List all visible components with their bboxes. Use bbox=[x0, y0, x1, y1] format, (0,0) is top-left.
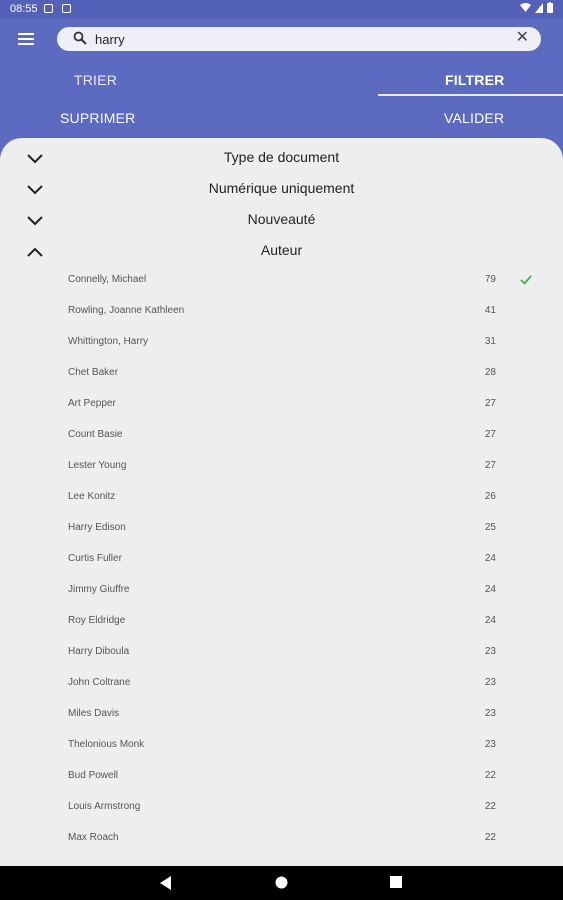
notification-icon bbox=[44, 4, 53, 13]
filter-section[interactable]: Numérique uniquement bbox=[0, 175, 563, 205]
battery-icon bbox=[547, 2, 553, 13]
wifi-icon bbox=[520, 3, 531, 12]
author-count: 24 bbox=[484, 615, 496, 626]
filter-section-title: Type de document bbox=[223, 149, 340, 165]
menu-icon[interactable] bbox=[18, 33, 34, 47]
author-filter-item[interactable]: Connelly, Michael 79 bbox=[0, 266, 563, 297]
author-filter-item[interactable]: Harry Diboula 23 bbox=[0, 638, 563, 669]
filter-section-title: Nouveauté bbox=[247, 211, 316, 227]
author-filter-item[interactable]: Louis Armstrong 22 bbox=[0, 793, 563, 824]
author-count: 22 bbox=[484, 801, 496, 812]
status-time: 08:55 bbox=[10, 3, 38, 15]
sd-card-icon bbox=[62, 4, 71, 13]
filter-section-title: Auteur bbox=[260, 242, 303, 258]
author-name: Art Pepper bbox=[68, 398, 116, 409]
supprimer-button[interactable]: SUPRIMER bbox=[60, 110, 136, 126]
author-count: 79 bbox=[484, 274, 496, 285]
author-name: Max Roach bbox=[68, 832, 119, 843]
author-filter-item[interactable]: Miles Davis 23 bbox=[0, 700, 563, 731]
navigation-bar bbox=[0, 866, 563, 900]
active-tab-indicator bbox=[378, 94, 563, 96]
author-filter-item[interactable]: Rowling, Joanne Kathleen 41 bbox=[0, 297, 563, 328]
author-count: 31 bbox=[484, 336, 496, 347]
author-filter-item[interactable]: Thelonious Monk 23 bbox=[0, 731, 563, 762]
author-filter-item[interactable]: Jimmy Giuffre 24 bbox=[0, 576, 563, 607]
author-name: Miles Davis bbox=[68, 708, 120, 719]
search-input[interactable] bbox=[95, 29, 495, 49]
author-count: 41 bbox=[484, 305, 496, 316]
author-name: Bud Powell bbox=[68, 770, 119, 781]
author-count: 27 bbox=[484, 460, 496, 471]
author-count: 27 bbox=[484, 398, 496, 409]
author-filter-item[interactable]: Harry Edison 25 bbox=[0, 514, 563, 545]
author-count: 26 bbox=[484, 491, 496, 502]
signal-icon bbox=[535, 2, 543, 13]
author-count: 28 bbox=[484, 367, 496, 378]
author-name: Jimmy Giuffre bbox=[68, 584, 130, 595]
home-icon[interactable] bbox=[275, 876, 288, 889]
back-icon[interactable] bbox=[160, 876, 172, 890]
author-count: 23 bbox=[484, 677, 496, 688]
search-icon bbox=[73, 31, 87, 45]
check-icon bbox=[520, 272, 532, 290]
tab-filtrer[interactable]: FILTRER bbox=[445, 72, 504, 88]
author-count: 23 bbox=[484, 646, 496, 657]
author-name: Harry Edison bbox=[68, 522, 126, 533]
tab-trier[interactable]: TRIER bbox=[74, 72, 117, 88]
filter-sheet: Type de document Numérique uniquement Nouv… bbox=[0, 138, 563, 866]
author-name: Count Basie bbox=[68, 429, 123, 440]
author-filter-item[interactable]: John Coltrane 23 bbox=[0, 669, 563, 700]
author-filter-item[interactable]: Roy Eldridge 24 bbox=[0, 607, 563, 638]
author-name: Lee Konitz bbox=[68, 491, 116, 502]
author-name: John Coltrane bbox=[68, 677, 131, 688]
author-count: 27 bbox=[484, 429, 496, 440]
author-filter-item[interactable]: Lee Konitz 26 bbox=[0, 483, 563, 514]
author-filter-item[interactable]: Whittington, Harry 31 bbox=[0, 328, 563, 359]
status-bar: 08:55 bbox=[0, 0, 563, 18]
author-count: 25 bbox=[484, 522, 496, 533]
author-name: Curtis Fuller bbox=[68, 553, 122, 564]
author-name: Lester Young bbox=[68, 460, 127, 471]
author-filter-item[interactable]: Art Pepper 27 bbox=[0, 390, 563, 421]
author-count: 23 bbox=[484, 708, 496, 719]
valider-button[interactable]: VALIDER bbox=[444, 110, 504, 126]
author-name: Whittington, Harry bbox=[68, 336, 149, 347]
author-count: 24 bbox=[484, 553, 496, 564]
app-bar: ✕ TRIER FILTRER SUPRIMER VALIDER bbox=[0, 18, 563, 140]
author-filter-item[interactable]: Max Roach 22 bbox=[0, 824, 563, 855]
author-name: Roy Eldridge bbox=[68, 615, 126, 626]
filter-section-title: Numérique uniquement bbox=[208, 180, 355, 196]
filter-section[interactable]: Auteur bbox=[0, 237, 563, 267]
author-name: Connelly, Michael bbox=[68, 274, 147, 285]
recents-icon[interactable] bbox=[390, 876, 402, 888]
author-count: 24 bbox=[484, 584, 496, 595]
author-name: Rowling, Joanne Kathleen bbox=[68, 305, 185, 316]
author-filter-item[interactable]: Curtis Fuller 24 bbox=[0, 545, 563, 576]
author-count: 22 bbox=[484, 770, 496, 781]
author-filter-item[interactable]: Lester Young 27 bbox=[0, 452, 563, 483]
author-count: 22 bbox=[484, 832, 496, 843]
status-icons bbox=[520, 2, 553, 13]
author-filter-item[interactable]: Count Basie 27 bbox=[0, 421, 563, 452]
author-filter-item[interactable]: Bud Powell 22 bbox=[0, 762, 563, 793]
filter-section[interactable]: Type de document bbox=[0, 144, 563, 174]
search-bar: ✕ bbox=[57, 27, 541, 51]
close-icon[interactable]: ✕ bbox=[516, 30, 529, 46]
author-name: Louis Armstrong bbox=[68, 801, 141, 812]
author-filter-item[interactable]: Chet Baker 28 bbox=[0, 359, 563, 390]
filter-section[interactable]: Nouveauté bbox=[0, 206, 563, 236]
author-name: Chet Baker bbox=[68, 367, 119, 378]
author-name: Harry Diboula bbox=[68, 646, 130, 657]
author-count: 23 bbox=[484, 739, 496, 750]
author-name: Thelonious Monk bbox=[68, 739, 145, 750]
